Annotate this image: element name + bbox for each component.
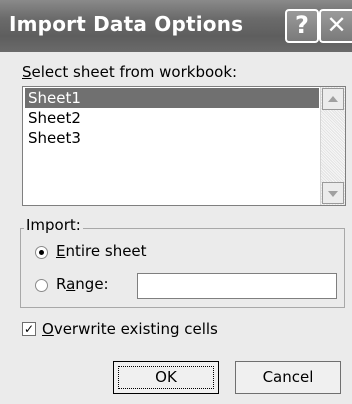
entire-sheet-radio[interactable] — [35, 246, 48, 259]
ok-button[interactable]: OK — [113, 361, 219, 394]
entire-sheet-label-text: ntire sheet — [65, 242, 147, 260]
title-bar[interactable]: Import Data Options ? ✕ — [0, 0, 352, 52]
select-sheet-access-key: S — [22, 63, 32, 81]
range-label-text: nge: — [75, 275, 109, 293]
close-button[interactable]: ✕ — [319, 9, 352, 43]
import-group-legend: Import: — [24, 216, 83, 234]
range-label[interactable]: Range: — [56, 275, 109, 293]
select-sheet-label: Select sheet from workbook: — [22, 63, 237, 81]
list-item-sheet2[interactable]: Sheet2 — [25, 108, 319, 128]
sheet-listbox[interactable]: Sheet1 Sheet2 Sheet3 — [22, 86, 346, 206]
scroll-up-button[interactable] — [322, 88, 344, 110]
arrow-down-icon — [328, 191, 338, 197]
range-radio[interactable] — [35, 279, 48, 292]
select-sheet-label-text: elect sheet from workbook: — [31, 63, 238, 81]
help-icon: ? — [295, 11, 309, 39]
range-label-prefix: R — [56, 275, 67, 293]
checkmark-icon: ✓ — [23, 322, 35, 336]
range-access-key: a — [66, 275, 76, 293]
help-button[interactable]: ? — [285, 9, 319, 43]
dialog-title: Import Data Options — [9, 12, 244, 36]
overwrite-access-key: O — [42, 320, 54, 338]
close-icon: ✕ — [326, 11, 347, 39]
import-data-options-dialog: Import Data Options ? ✕ Select sheet fro… — [0, 0, 352, 404]
list-item-sheet1[interactable]: Sheet1 — [25, 88, 319, 108]
overwrite-checkbox[interactable]: ✓ — [22, 322, 36, 336]
arrow-up-icon — [328, 96, 338, 102]
ok-button-label: OK — [155, 368, 177, 386]
scroll-down-button[interactable] — [322, 182, 344, 204]
listbox-scrollbar[interactable] — [320, 87, 345, 205]
overwrite-label[interactable]: Overwrite existing cells — [42, 320, 218, 338]
entire-sheet-label[interactable]: Entire sheet — [56, 242, 147, 260]
list-item-sheet3[interactable]: Sheet3 — [25, 128, 319, 148]
cancel-button[interactable]: Cancel — [235, 361, 341, 394]
range-input[interactable] — [137, 273, 337, 299]
cancel-button-label: Cancel — [262, 368, 314, 386]
overwrite-label-text: verwrite existing cells — [53, 320, 218, 338]
